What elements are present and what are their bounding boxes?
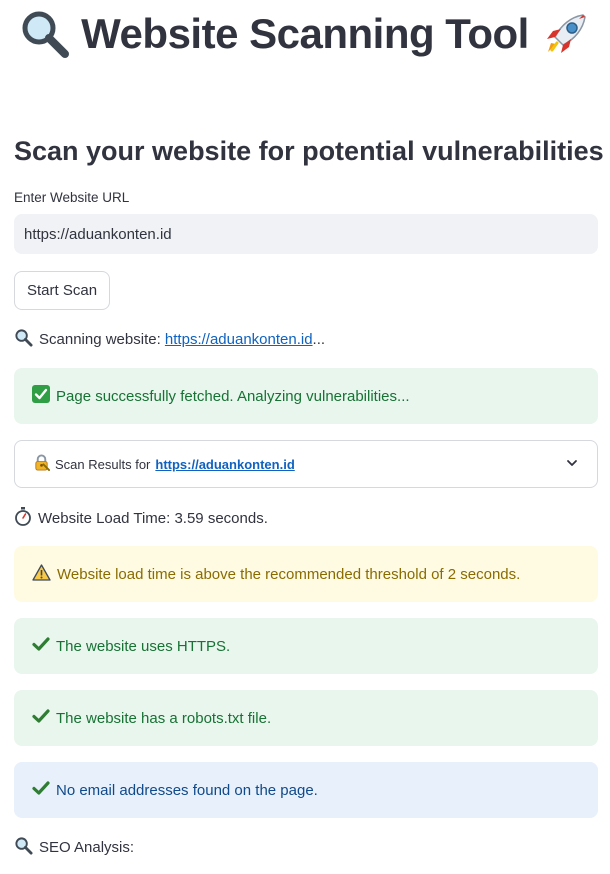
scanning-status: Scanning website: https://aduankonten.id… [14,328,325,351]
scanning-prefix: Scanning website: [39,331,161,348]
checkmark-icon [32,708,50,728]
url-input[interactable] [14,214,598,254]
robots-alert-text: The website has a robots.txt file. [56,709,272,727]
chevron-down-icon[interactable] [565,456,579,473]
checkmark-icon [32,780,50,800]
warning-icon [32,563,51,585]
magnifier-icon [14,328,33,351]
seo-analysis-heading: SEO Analysis: [14,836,134,859]
magnifier-icon [14,836,33,859]
section-subheader: Scan your website for potential vulnerab… [14,136,604,166]
load-time-warning-alert: Website load time is above the recommend… [14,546,598,602]
email-info-alert: No email addresses found on the page. [14,762,598,818]
robots-success-alert: The website has a robots.txt file. [14,690,598,746]
warning-alert-text: Website load time is above the recommend… [57,565,521,583]
page-title: Website Scanning Tool [14,6,598,62]
magnifier-icon [19,8,71,60]
scan-results-expander[interactable]: Scan Results for https://aduankonten.id [14,440,598,488]
expander-url-link[interactable]: https://aduankonten.id [155,457,294,472]
load-time-line: Website Load Time: 3.59 seconds. [14,507,268,530]
fetched-alert: Page successfully fetched. Analyzing vul… [14,368,598,424]
scanning-suffix: ... [312,331,326,348]
url-input-label: Enter Website URL [14,190,130,205]
email-alert-text: No email addresses found on the page. [56,781,318,799]
seo-analysis-text: SEO Analysis: [39,839,135,856]
stopwatch-icon [14,507,32,530]
fetched-alert-text: Page successfully fetched. Analyzing vul… [56,387,410,405]
expander-prefix: Scan Results for [55,456,151,472]
load-time-text: Website Load Time: 3.59 seconds. [38,510,268,527]
checkmark-icon [32,636,50,656]
scanning-url-link[interactable]: https://aduankonten.id [165,331,313,348]
rocket-icon [539,7,593,61]
https-success-alert: The website uses HTTPS. [14,618,598,674]
lock-key-icon [33,454,50,474]
https-alert-text: The website uses HTTPS. [56,637,231,655]
start-scan-button[interactable]: Start Scan [14,271,111,310]
title-text: Website Scanning Tool [81,10,529,57]
check-box-icon [32,385,50,407]
